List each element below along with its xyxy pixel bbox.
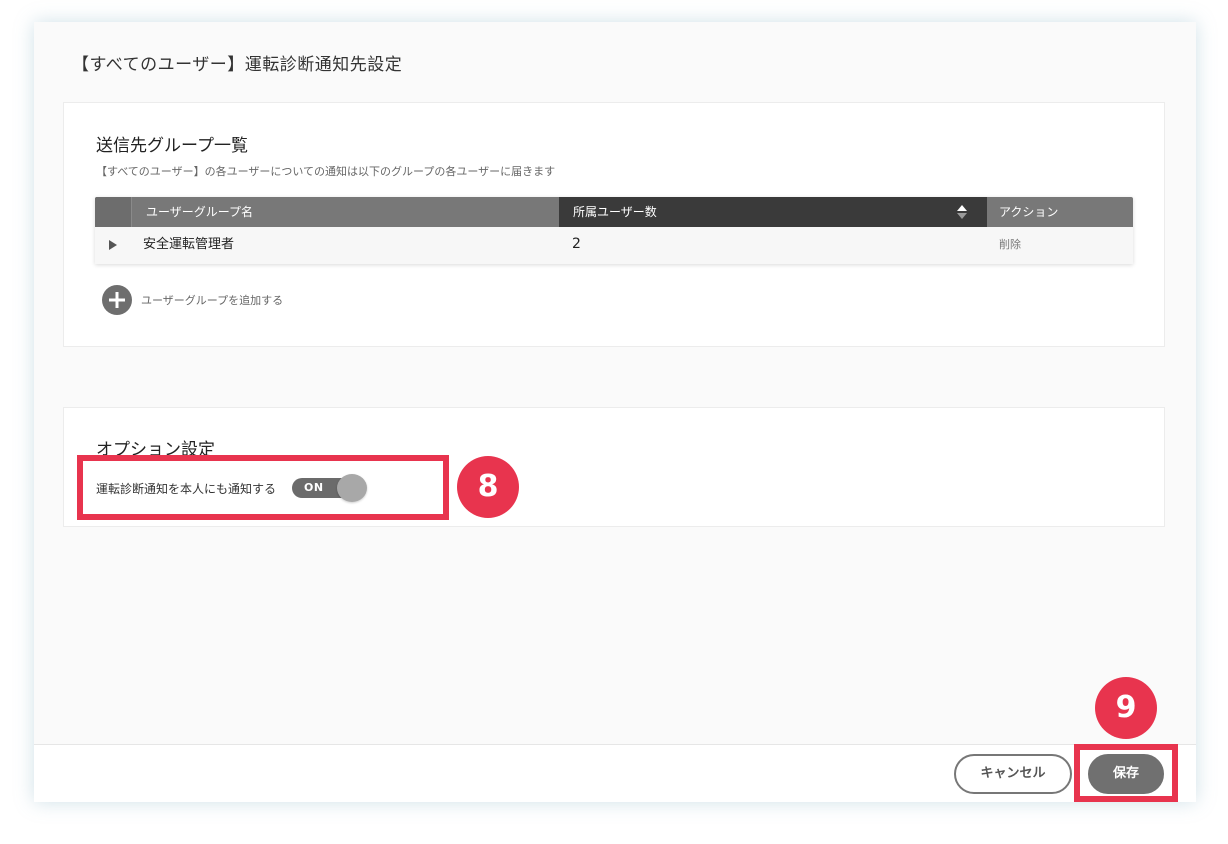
sort-icon[interactable] <box>957 205 967 219</box>
column-header-user-count-label: 所属ユーザー数 <box>573 205 657 219</box>
row-delete-link[interactable]: 削除 <box>999 227 1021 264</box>
settings-modal: 【すべてのユーザー】運転診断通知先設定 送信先グループ一覧 【すべてのユーザー】… <box>34 22 1196 802</box>
row-group-name: 安全運転管理者 <box>143 237 235 252</box>
add-user-group-button[interactable]: ユーザーグループを追加する <box>102 285 283 315</box>
caret-right-icon <box>109 240 117 250</box>
highlight-box-option <box>77 455 449 520</box>
column-header-user-count[interactable]: 所属ユーザー数 <box>559 197 987 227</box>
highlight-box-save <box>1074 744 1178 802</box>
table-row: 安全運転管理者 2 削除 <box>95 227 1133 264</box>
groups-table: ユーザーグループ名 所属ユーザー数 アクション 安全運転管理者 2 削除 <box>95 197 1133 264</box>
step-badge-8: 8 <box>457 456 519 518</box>
column-header-group-name[interactable]: ユーザーグループ名 <box>131 197 559 227</box>
plus-circle-icon <box>102 285 132 315</box>
table-header: ユーザーグループ名 所属ユーザー数 アクション <box>95 197 1133 227</box>
modal-footer: キャンセル 保存 <box>34 744 1196 802</box>
step-badge-9: 9 <box>1095 677 1157 739</box>
column-header-action: アクション <box>999 205 1059 219</box>
modal-title: 【すべてのユーザー】運転診断通知先設定 <box>72 55 403 75</box>
cancel-button[interactable]: キャンセル <box>954 754 1072 794</box>
row-user-count: 2 <box>572 236 581 252</box>
recipient-groups-card: 送信先グループ一覧 【すべてのユーザー】の各ユーザーについての通知は以下のグルー… <box>63 102 1165 347</box>
expand-column-header <box>95 197 131 227</box>
add-user-group-label: ユーザーグループを追加する <box>141 294 284 307</box>
groups-description: 【すべてのユーザー】の各ユーザーについての通知は以下のグループの各ユーザーに届き… <box>96 165 556 178</box>
row-expand-toggle[interactable] <box>95 227 131 264</box>
groups-heading: 送信先グループ一覧 <box>96 136 248 156</box>
